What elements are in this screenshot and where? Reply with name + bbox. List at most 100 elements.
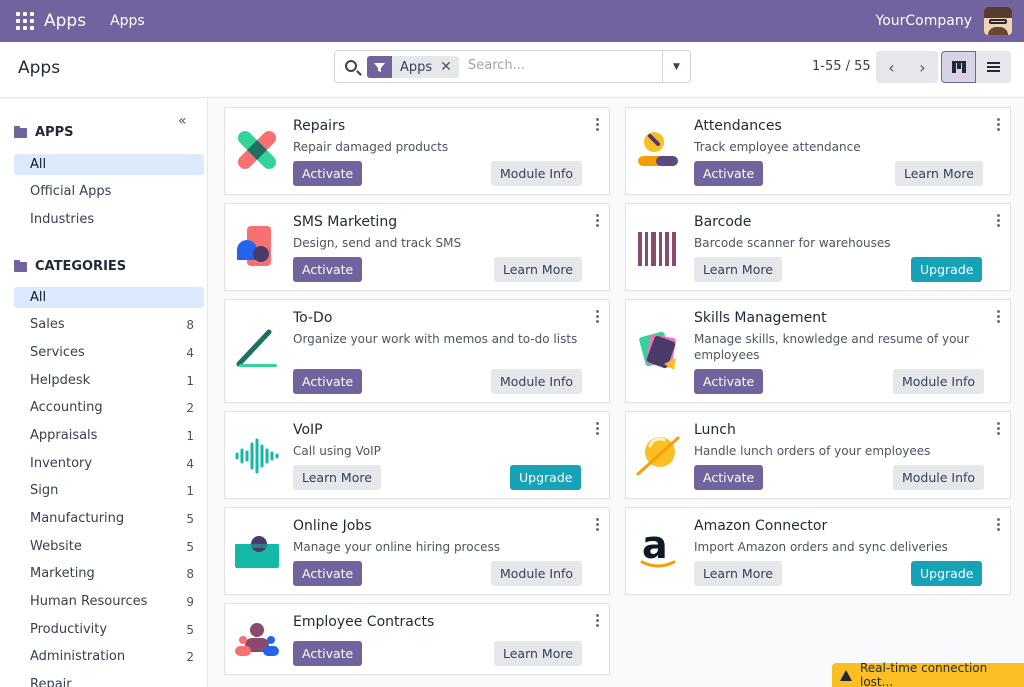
app-card-employee-contracts[interactable]: Employee Contracts Activate Learn More (224, 603, 610, 675)
learn-more-button[interactable]: Learn More (494, 257, 582, 282)
menu-apps[interactable]: Apps (110, 13, 145, 29)
search-input[interactable] (468, 58, 658, 73)
collapse-sidebar-icon[interactable]: « (178, 113, 187, 129)
learn-more-button[interactable]: Learn More (293, 465, 381, 490)
upgrade-button[interactable]: Upgrade (911, 561, 983, 586)
app-card-lunch[interactable]: Lunch Handle lunch orders of your employ… (625, 411, 1011, 499)
sidebar-item-industries[interactable]: Industries (14, 209, 204, 230)
learn-more-button[interactable]: Learn More (494, 641, 582, 666)
amazon-logo-icon: a (640, 526, 676, 568)
next-page-icon[interactable]: › (907, 51, 938, 83)
activate-button[interactable]: Activate (293, 641, 363, 666)
activate-button[interactable]: Activate (293, 369, 363, 394)
module-info-button[interactable]: Module Info (491, 369, 583, 394)
module-info-button[interactable]: Module Info (491, 561, 583, 586)
sidebar-item-helpdesk[interactable]: Helpdesk 1 (14, 370, 204, 391)
employee-contracts-icon (235, 623, 279, 656)
sidebar-item-website[interactable]: Website 5 (14, 536, 204, 557)
sidebar-item-repair[interactable]: Repair (14, 674, 204, 687)
company-switcher[interactable]: YourCompany (876, 13, 973, 29)
app-name: Barcode (694, 214, 752, 230)
sidebar-item-official-apps[interactable]: Official Apps (14, 181, 204, 202)
module-info-button[interactable]: Module Info (491, 161, 583, 186)
app-card-skills-management[interactable]: Skills Management Manage skills, knowled… (625, 299, 1011, 403)
more-options-icon[interactable] (596, 518, 599, 531)
activate-button[interactable]: Activate (694, 161, 764, 186)
module-info-button[interactable]: Module Info (893, 465, 985, 490)
list-icon (987, 62, 1000, 72)
voip-icon (235, 438, 279, 474)
app-name: To-Do (293, 310, 333, 326)
kanban-view-button[interactable] (941, 51, 976, 83)
attendances-icon (638, 132, 678, 166)
activate-button[interactable]: Activate (694, 465, 764, 490)
app-summary: Barcode scanner for warehouses (694, 236, 891, 250)
sidebar-item-productivity[interactable]: Productivity 5 (14, 619, 204, 640)
top-navbar: Apps Apps YourCompany (0, 0, 1024, 42)
activate-button[interactable]: Activate (694, 369, 764, 394)
app-card-voip[interactable]: VoIP Call using VoIP Learn More Upgrade (224, 411, 610, 499)
search-options-toggle[interactable]: ▼ (662, 51, 690, 82)
more-options-icon[interactable] (596, 614, 599, 627)
more-options-icon[interactable] (997, 118, 1000, 131)
app-card-barcode[interactable]: Barcode Barcode scanner for warehouses L… (625, 203, 1011, 291)
avatar[interactable] (984, 7, 1012, 35)
activate-button[interactable]: Activate (293, 561, 363, 586)
learn-more-button[interactable]: Learn More (895, 161, 983, 186)
folder-icon (14, 259, 27, 272)
sidebar-item-inventory[interactable]: Inventory 4 (14, 453, 204, 474)
more-options-icon[interactable] (997, 518, 1000, 531)
more-options-icon[interactable] (596, 214, 599, 227)
more-options-icon[interactable] (596, 422, 599, 435)
sidebar-item-sales[interactable]: Sales 8 (14, 314, 204, 335)
app-name: Online Jobs (293, 518, 372, 534)
search-icon[interactable] (345, 60, 357, 72)
view-switcher (941, 51, 1011, 83)
app-title[interactable]: Apps (44, 11, 86, 31)
sidebar-item-manufacturing[interactable]: Manufacturing 5 (14, 508, 204, 529)
list-view-button[interactable] (976, 51, 1011, 83)
activate-button[interactable]: Activate (293, 161, 363, 186)
app-card-to-do[interactable]: To-Do Organize your work with memos and … (224, 299, 610, 403)
connection-warning: Real-time connection lost... (832, 661, 1024, 687)
grid-icon[interactable] (16, 12, 34, 30)
app-card-amazon-connector[interactable]: a Amazon Connector Import Amazon orders … (625, 507, 1011, 595)
sidebar-item-appraisals[interactable]: Appraisals 1 (14, 425, 204, 446)
filter-facet: Apps ✕ (367, 56, 459, 78)
sidebar-item-all-apps[interactable]: All (14, 154, 204, 175)
previous-page-icon[interactable]: ‹ (876, 51, 907, 83)
control-panel: Apps Apps ✕ ▼ 1-55 / 55 ‹ › (0, 42, 1024, 98)
app-summary: Repair damaged products (293, 140, 449, 154)
apps-heading: APPS (14, 125, 73, 140)
learn-more-button[interactable]: Learn More (694, 257, 782, 282)
module-info-button[interactable]: Module Info (893, 369, 985, 394)
app-summary: Track employee attendance (694, 140, 861, 154)
sidebar-item-sign[interactable]: Sign 1 (14, 480, 204, 501)
more-options-icon[interactable] (596, 310, 599, 323)
activate-button[interactable]: Activate (293, 257, 363, 282)
learn-more-button[interactable]: Learn More (694, 561, 782, 586)
more-options-icon[interactable] (997, 310, 1000, 323)
sidebar-item-services[interactable]: Services 4 (14, 342, 204, 363)
more-options-icon[interactable] (596, 118, 599, 131)
lunch-icon (636, 436, 680, 476)
more-options-icon[interactable] (997, 422, 1000, 435)
app-summary: Manage your online hiring process (293, 540, 501, 554)
app-card-online-jobs[interactable]: Online Jobs Manage your online hiring pr… (224, 507, 610, 595)
app-card-attendances[interactable]: Attendances Track employee attendance Ac… (625, 107, 1011, 195)
upgrade-button[interactable]: Upgrade (911, 257, 983, 282)
app-card-sms-marketing[interactable]: SMS Marketing Design, send and track SMS… (224, 203, 610, 291)
app-card-repairs[interactable]: Repairs Repair damaged products Activate… (224, 107, 610, 195)
upgrade-button[interactable]: Upgrade (510, 465, 582, 490)
app-summary: Design, send and track SMS (293, 236, 462, 250)
app-summary: Organize your work with memos and to-do … (293, 332, 578, 346)
pager-value[interactable]: 1-55 / 55 (812, 59, 871, 74)
sidebar-item-human-resources[interactable]: Human Resources 9 (14, 591, 204, 612)
sidebar-item-administration[interactable]: Administration 2 (14, 646, 204, 667)
app-name: Employee Contracts (293, 614, 435, 630)
sidebar-item-accounting[interactable]: Accounting 2 (14, 397, 204, 418)
sidebar-item-marketing[interactable]: Marketing 8 (14, 563, 204, 584)
remove-facet-icon[interactable]: ✕ (440, 59, 459, 75)
more-options-icon[interactable] (997, 214, 1000, 227)
sidebar-item-all-categories[interactable]: All (14, 287, 204, 308)
